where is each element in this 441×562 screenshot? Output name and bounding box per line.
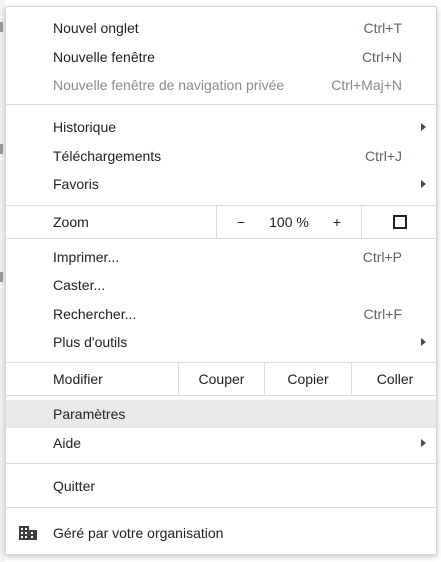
zoom-out-label: −: [236, 214, 246, 230]
menu-separator: [6, 104, 436, 105]
menu-item-label: Historique: [53, 119, 117, 135]
copy-label: Copier: [287, 371, 329, 387]
cut-button[interactable]: Couper: [179, 363, 264, 395]
menu-item-find[interactable]: Rechercher... Ctrl+F: [6, 300, 436, 328]
menu-separator: [6, 463, 436, 464]
background-mark: [0, 272, 3, 282]
menu-item-shortcut: Ctrl+P: [362, 249, 402, 265]
submenu-arrow-icon: [421, 180, 426, 188]
menu-item-label: Plus d'outils: [53, 334, 128, 350]
menu-item-new-incognito-window[interactable]: Nouvelle fenêtre de navigation privée Ct…: [6, 71, 436, 99]
menu-item-label: Téléchargements: [53, 148, 162, 164]
menu-item-managed-by-organization[interactable]: Géré par votre organisation: [6, 519, 436, 547]
menu-item-help[interactable]: Aide: [6, 429, 436, 457]
menu-item-more-tools[interactable]: Plus d'outils: [6, 328, 436, 356]
menu-separator: [6, 395, 436, 396]
edit-label-text: Modifier: [53, 371, 103, 387]
menu-separator: [6, 507, 436, 508]
menu-item-bookmarks[interactable]: Favoris: [6, 170, 436, 198]
menu-item-label: Caster...: [53, 277, 106, 293]
chrome-context-menu: Nouvel onglet Ctrl+T Nouvelle fenêtre Ct…: [5, 6, 437, 555]
submenu-arrow-icon: [421, 338, 426, 346]
zoom-label: Zoom: [6, 206, 216, 238]
zoom-out-button[interactable]: −: [217, 206, 265, 238]
zoom-level-value: 100 %: [269, 214, 309, 230]
menu-item-label: Nouvelle fenêtre de navigation privée: [53, 77, 285, 93]
menu-item-shortcut: Ctrl+J: [365, 148, 402, 164]
menu-item-settings[interactable]: Paramètres: [6, 400, 436, 428]
menu-item-shortcut: Ctrl+F: [363, 306, 403, 322]
menu-item-label: Imprimer...: [53, 249, 120, 265]
menu-item-label: Aide: [53, 435, 82, 451]
submenu-arrow-icon: [421, 123, 426, 131]
menu-item-downloads[interactable]: Téléchargements Ctrl+J: [6, 142, 436, 170]
menu-item-new-tab[interactable]: Nouvel onglet Ctrl+T: [6, 14, 436, 42]
menu-item-label: Paramètres: [53, 406, 126, 422]
background-mark: [0, 22, 3, 32]
zoom-row: Zoom − 100 % +: [6, 206, 436, 238]
paste-label: Coller: [376, 371, 414, 387]
menu-item-new-window[interactable]: Nouvelle fenêtre Ctrl+N: [6, 43, 436, 71]
menu-item-shortcut: Ctrl+N: [361, 49, 402, 65]
menu-separator: [6, 238, 436, 239]
menu-item-print[interactable]: Imprimer... Ctrl+P: [6, 243, 436, 271]
paste-button[interactable]: Coller: [352, 363, 436, 395]
menu-item-label: Géré par votre organisation: [53, 525, 224, 541]
menu-item-label: Quitter: [53, 478, 96, 494]
zoom-in-label: +: [332, 214, 342, 230]
edit-row: Modifier Couper Copier Coller: [6, 363, 436, 395]
menu-item-shortcut: Ctrl+T: [363, 20, 403, 36]
menu-item-label: Nouvel onglet: [53, 20, 139, 36]
cut-label: Couper: [198, 371, 245, 387]
copy-button[interactable]: Copier: [265, 363, 351, 395]
menu-item-quit[interactable]: Quitter: [6, 472, 436, 500]
background-mark: [0, 144, 3, 154]
zoom-in-button[interactable]: +: [313, 206, 361, 238]
menu-item-label: Nouvelle fenêtre: [53, 49, 155, 65]
fullscreen-icon: [393, 215, 407, 229]
zoom-label-text: Zoom: [53, 214, 89, 230]
edit-label: Modifier: [6, 363, 178, 395]
submenu-arrow-icon: [421, 439, 426, 447]
menu-item-label: Rechercher...: [53, 306, 137, 322]
menu-item-cast[interactable]: Caster...: [6, 271, 436, 299]
fullscreen-button[interactable]: [362, 206, 436, 238]
zoom-level: 100 %: [265, 206, 313, 238]
menu-item-shortcut: Ctrl+Maj+N: [331, 77, 402, 93]
building-icon: [19, 526, 37, 540]
menu-item-label: Favoris: [53, 176, 99, 192]
menu-item-history[interactable]: Historique: [6, 113, 436, 141]
